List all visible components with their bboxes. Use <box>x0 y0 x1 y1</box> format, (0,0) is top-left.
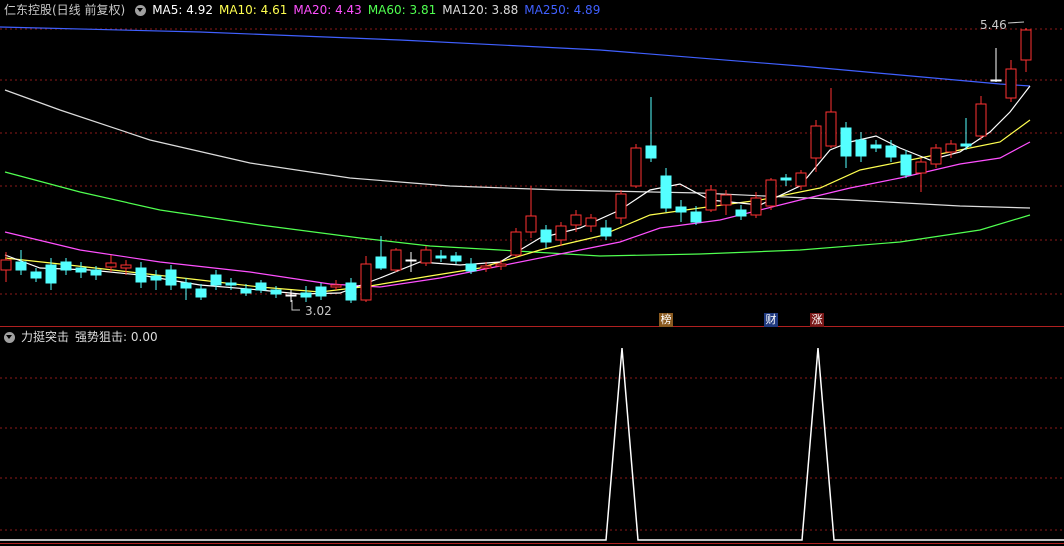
ma5-label: MA5: 4.92 <box>152 3 213 17</box>
candle-body <box>795 172 807 187</box>
candle-body <box>300 292 312 298</box>
candle-body <box>900 154 912 176</box>
low-price-label: 3.02 <box>305 304 332 318</box>
ma120-label: MA120: 3.88 <box>442 3 519 17</box>
candle-body <box>45 264 57 284</box>
candle-body <box>930 147 942 165</box>
strong-snipe-line <box>0 347 1064 541</box>
candle-body <box>660 175 672 209</box>
list-badge[interactable]: 榜 <box>659 313 673 327</box>
candle-body <box>540 229 552 243</box>
candle-body <box>285 294 297 297</box>
candle-body <box>810 125 822 159</box>
candle-body <box>975 103 987 137</box>
candle-body <box>390 249 402 271</box>
candle-body <box>225 282 237 286</box>
moving-average-lines <box>0 21 1031 311</box>
indicator-value: 强势狙击: 0.00 <box>75 330 158 344</box>
candle-body <box>165 269 177 286</box>
candle-body <box>15 261 27 271</box>
candle-body <box>315 286 327 297</box>
ma20-line <box>4 141 1031 288</box>
candle-body <box>675 206 687 213</box>
indicator-name: 力挺突击 <box>21 330 70 344</box>
candle-body <box>915 161 927 174</box>
candle-body <box>825 111 837 147</box>
candle-body <box>435 255 447 259</box>
candle-body <box>480 265 492 269</box>
candle-body <box>600 227 612 237</box>
candle-body <box>1005 68 1017 99</box>
candle-body <box>495 263 507 267</box>
ma250-label: MA250: 4.89 <box>524 3 601 17</box>
candle-body <box>450 255 462 262</box>
candle-body <box>645 145 657 159</box>
candle-body <box>705 189 717 211</box>
candle-body <box>510 231 522 256</box>
candle-body <box>690 211 702 223</box>
candle-body <box>870 144 882 149</box>
dropdown-icon[interactable] <box>135 4 147 16</box>
candle-body <box>195 288 207 298</box>
candle-body <box>765 179 777 207</box>
candle-body <box>525 215 537 233</box>
finance-badge[interactable]: 财 <box>764 313 778 327</box>
candle-body <box>90 269 102 276</box>
ma10-label: MA10: 4.61 <box>218 3 288 17</box>
candle-body <box>60 261 72 271</box>
candle-body <box>360 263 372 301</box>
candle-body <box>75 267 87 273</box>
candle-body <box>735 209 747 217</box>
candle-body <box>750 197 762 216</box>
main-chart-header: 仁东控股(日线 前复权) MA5: 4.92 MA10: 4.61 MA20: … <box>4 0 606 20</box>
candle-body <box>0 259 12 271</box>
candle-body <box>465 263 477 272</box>
candle-body <box>570 214 582 226</box>
candle-body <box>990 79 1002 82</box>
candle-body <box>345 282 357 301</box>
ma60-label: MA60: 3.81 <box>367 3 437 17</box>
candle-body <box>585 217 597 227</box>
candle-body <box>555 225 567 241</box>
ma250-line <box>0 26 1031 87</box>
candle-body <box>615 193 627 219</box>
candle-body <box>120 264 132 269</box>
candle-body <box>30 271 42 279</box>
candle-body <box>405 259 417 262</box>
candle-body <box>210 274 222 286</box>
sub-chart-header: 力挺突击 强势狙击: 0.00 <box>4 328 164 346</box>
ma20-label: MA20: 4.43 <box>293 3 362 17</box>
candle-body <box>840 127 852 157</box>
candle-body <box>105 262 117 268</box>
sub-indicator-line <box>0 347 1064 541</box>
candle-body <box>135 267 147 283</box>
stock-title: 仁东控股(日线 前复权) <box>4 3 126 17</box>
candle-body <box>960 143 972 147</box>
candle-body <box>240 288 252 294</box>
kline-chart[interactable]: 5.46 3.02 <box>0 0 1064 546</box>
candle-body <box>720 194 732 206</box>
candle-body <box>255 282 267 291</box>
grid-lines <box>0 28 1064 544</box>
candle-body <box>270 289 282 295</box>
candle-body <box>780 177 792 181</box>
candle-body <box>420 249 432 264</box>
candle-body <box>330 284 342 288</box>
candle-body <box>375 256 387 269</box>
candle-body <box>150 275 162 281</box>
candle-body <box>945 143 957 153</box>
candle-body <box>855 139 867 157</box>
candle-body <box>180 282 192 289</box>
candle-body <box>885 145 897 158</box>
candle-body <box>1020 29 1032 61</box>
dropdown-icon[interactable] <box>4 331 15 343</box>
limit-up-badge[interactable]: 涨 <box>810 313 824 327</box>
candle-body <box>630 147 642 187</box>
high-price-label: 5.46 <box>980 18 1007 32</box>
